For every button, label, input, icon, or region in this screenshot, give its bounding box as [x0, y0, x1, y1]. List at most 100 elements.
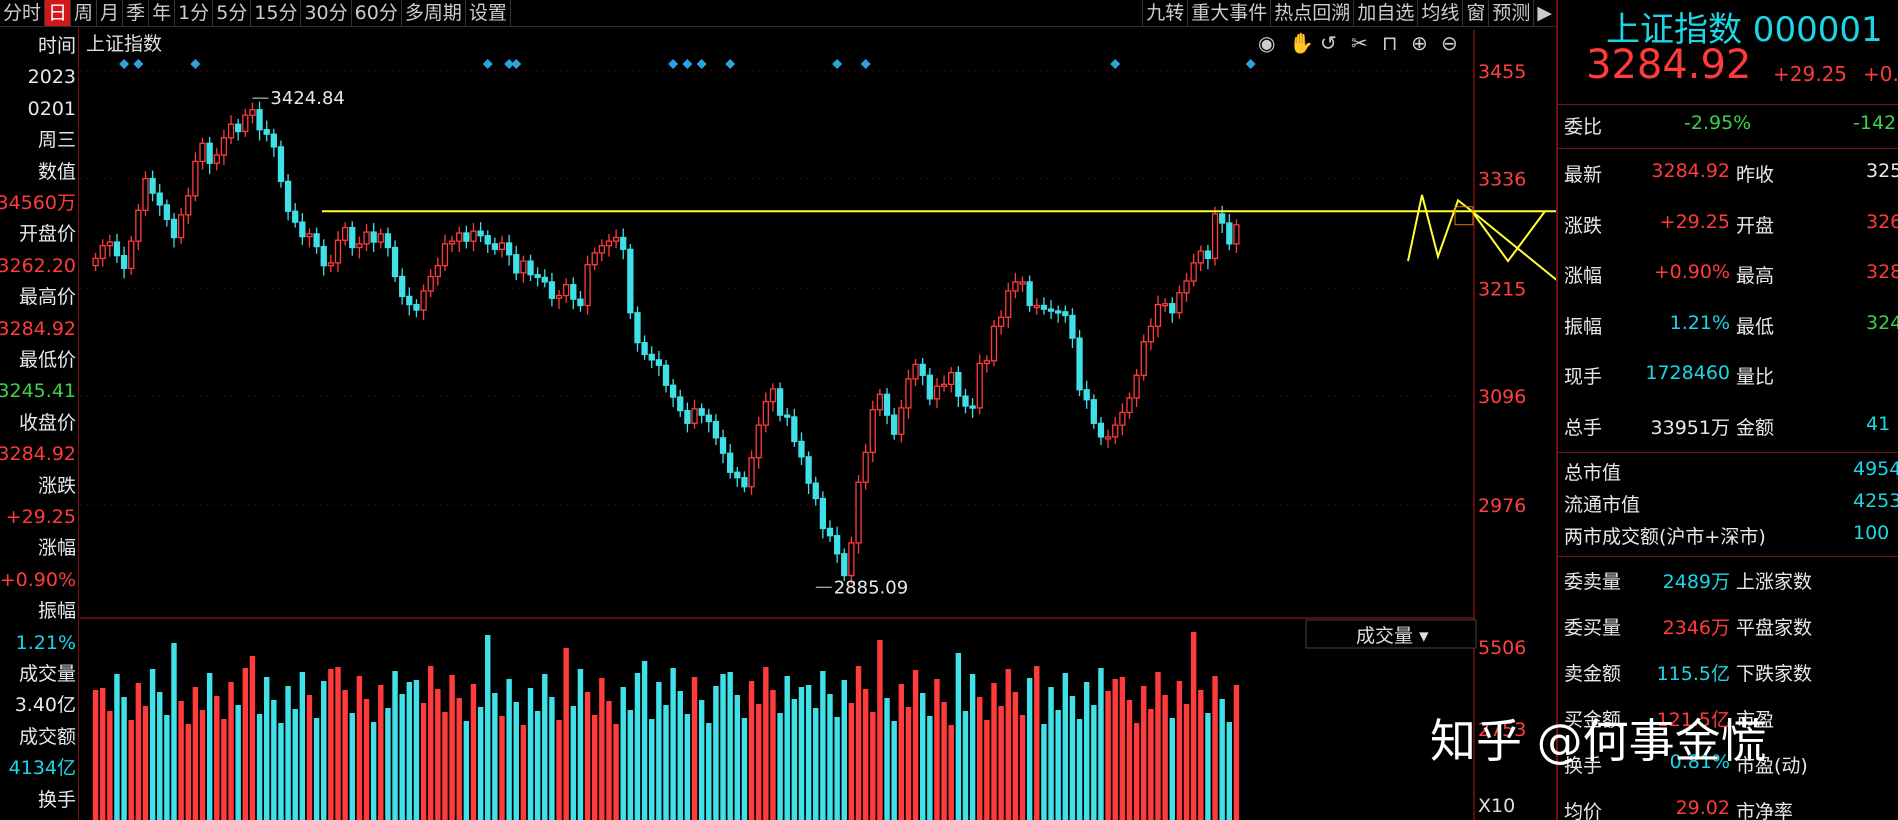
volume-bar: [1198, 690, 1204, 820]
volume-bar: [349, 713, 355, 820]
watermark: 知乎 @何事金慌: [1430, 714, 1767, 768]
volume-bar: [135, 683, 142, 820]
chart-tools[interactable]: ◉ ✋ ↺ ✂ ⊓ ⊕ ⊖: [1258, 31, 1458, 55]
info-row: 3284.92: [0, 317, 76, 340]
price-axis: 3455 3336 3215 3096 2976: [1478, 61, 1526, 517]
candle-body: [235, 123, 242, 133]
volume-bar: [1098, 668, 1104, 820]
candle-body: [1226, 222, 1233, 245]
candle-body: [1169, 303, 1176, 314]
volume-bar: [798, 687, 805, 820]
y-tick-label: 3455: [1478, 61, 1526, 83]
volume-bar: [249, 656, 256, 820]
quote-value: 324: [1866, 311, 1898, 334]
candle-body: [833, 535, 841, 555]
candle-body: [341, 226, 349, 241]
info-row: +0.90%: [0, 568, 76, 591]
book-label: 平盘家数: [1736, 617, 1813, 639]
info-row: 涨幅: [37, 537, 76, 560]
event-marker: [1245, 59, 1256, 69]
volume-bar: [777, 713, 783, 820]
quote-label: 现手: [1564, 366, 1603, 388]
event-marker: [860, 59, 871, 69]
quote-label: 涨跌: [1564, 214, 1603, 237]
volume-bar: [805, 685, 812, 820]
candle-body: [598, 245, 605, 254]
candle-body: [684, 409, 691, 424]
volume-bar: [784, 676, 790, 820]
candle-body: [377, 233, 384, 243]
info-row: 0201: [27, 97, 76, 120]
info-row: 时间: [37, 35, 76, 57]
volume-bar: [306, 695, 313, 820]
candle-body: [363, 231, 370, 245]
eye-icon[interactable]: ◉: [1258, 31, 1275, 55]
event-marker: [190, 59, 201, 69]
candle-body: [498, 242, 506, 250]
kline-chart[interactable]: 3424.84 2885.09 3455 3336 3215 3096 2976 5506…: [0, 0, 1556, 820]
volume-bar: [556, 720, 562, 820]
candle-body: [627, 248, 634, 314]
volume-bar: [285, 686, 291, 820]
volume-bar: [734, 695, 741, 820]
candle-body: [698, 408, 705, 416]
candle-body: [1197, 250, 1204, 264]
candle-body: [206, 142, 213, 164]
candle-body: [277, 146, 285, 182]
hand-icon[interactable]: ✋: [1289, 31, 1314, 55]
candle-body: [1133, 374, 1140, 399]
volume-bar: [827, 694, 833, 820]
volume-bar: [1026, 678, 1033, 820]
candle-body: [1211, 213, 1219, 260]
volume-bar: [299, 672, 306, 820]
mktcap-value: 4954: [1853, 458, 1898, 480]
candle-body: [962, 395, 969, 407]
candle-body: [826, 527, 834, 537]
volume-bar: [934, 679, 940, 820]
quote-label: 最低: [1736, 315, 1775, 338]
candle-body: [912, 363, 919, 380]
scissors-icon[interactable]: ✂: [1351, 31, 1368, 55]
candle-body: [185, 195, 192, 216]
candle-body: [869, 409, 876, 453]
candle-body: [990, 325, 998, 362]
candle-body: [477, 230, 484, 237]
zoom-out-icon[interactable]: ⊖: [1441, 31, 1458, 55]
price-change-pct: +0.: [1863, 62, 1898, 86]
candle-body: [655, 359, 663, 366]
volume-bar: [627, 710, 634, 820]
volume-bar: [192, 687, 199, 820]
candle-body: [156, 192, 163, 206]
volume-bar: [613, 724, 619, 820]
candle-body: [1176, 292, 1183, 314]
quote-label: 最高: [1736, 265, 1775, 287]
quote-value: 1728460: [1645, 362, 1730, 384]
candle-body: [612, 236, 620, 242]
volume-bar: [870, 712, 876, 820]
candle-body: [249, 109, 256, 116]
book-label: 下跌家数: [1736, 663, 1813, 685]
candle-body: [313, 233, 320, 248]
candle-body: [563, 284, 570, 297]
candle-body: [1026, 281, 1033, 307]
volume-bar: [977, 697, 983, 820]
volume-bar: [263, 677, 270, 820]
undo-icon[interactable]: ↺: [1320, 31, 1337, 55]
event-marker: [696, 59, 707, 69]
volume-bar: [984, 720, 990, 820]
volume-selector[interactable]: 成交量 ▾: [1356, 625, 1429, 647]
candle-body: [334, 239, 342, 264]
zoom-in-icon[interactable]: ⊕: [1411, 31, 1428, 55]
volume-bar: [449, 675, 455, 820]
candle-body: [420, 290, 427, 311]
mktcap-label: 总市值: [1564, 462, 1622, 484]
volume-bar: [1112, 679, 1118, 820]
candle-body: [1154, 303, 1162, 327]
price-change: +29.25: [1773, 62, 1848, 86]
candle-body: [406, 295, 413, 306]
volume-bar: [691, 677, 698, 820]
candle-body: [955, 371, 962, 397]
lock-icon[interactable]: ⊓: [1382, 31, 1398, 55]
volume-bar: [1141, 686, 1147, 820]
candle-body: [520, 260, 527, 274]
